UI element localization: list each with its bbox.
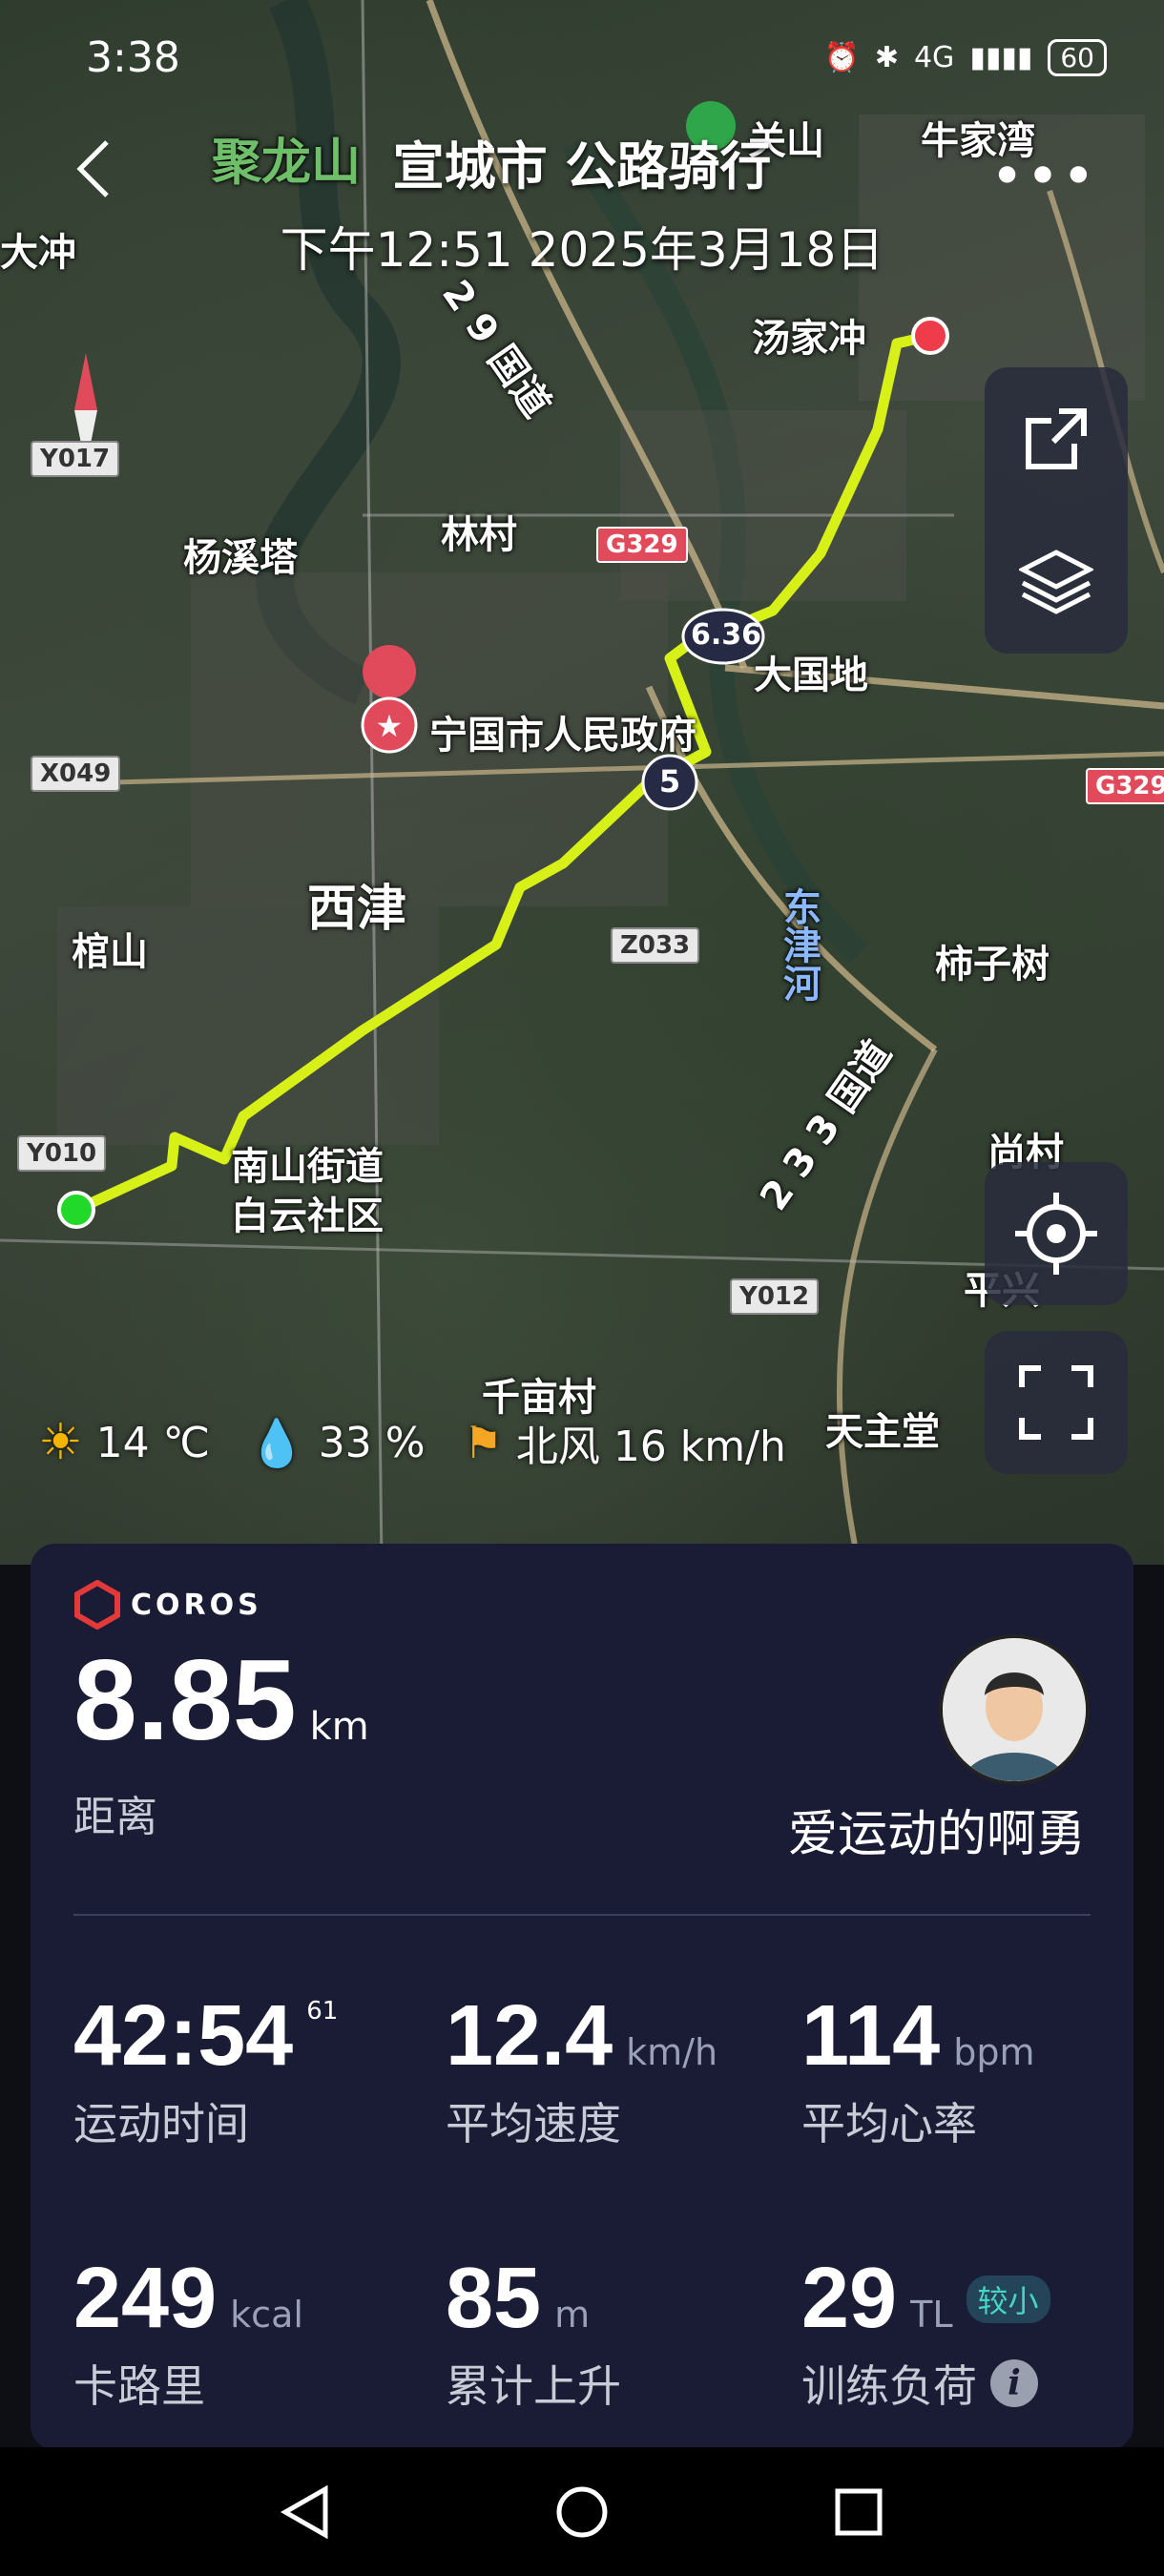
- stat-value: 12.4: [446, 1988, 613, 2084]
- temperature-value: 14 ℃: [95, 1418, 211, 1467]
- circle-home-icon: [556, 2486, 608, 2537]
- triangle-back-icon: [280, 2484, 328, 2539]
- brand-name: COROS: [131, 1588, 262, 1622]
- weather-temp: ☀ 14 ℃: [38, 1414, 210, 1471]
- road-tag-x049: X049: [31, 756, 121, 792]
- bluetooth-icon: ✱: [874, 40, 899, 74]
- stat-label: 训练负荷: [801, 2360, 977, 2412]
- divider: [73, 1914, 1091, 1916]
- road-tag-y012: Y012: [730, 1278, 820, 1315]
- stat-avg-heart-rate: 114 bpm 平均心率: [801, 1987, 1034, 2152]
- road-tag-z033: Z033: [611, 927, 700, 964]
- map-label-tianzhutang: 天主堂: [825, 1410, 940, 1454]
- stat-unit: m: [554, 2294, 591, 2336]
- stat-unit: kcal: [230, 2294, 303, 2336]
- distance-label: 距离: [73, 1793, 157, 1841]
- stat-value: 42:54: [73, 1988, 294, 2084]
- road-tag-y017: Y017: [31, 441, 120, 477]
- road-tag-y010: Y010: [17, 1135, 107, 1172]
- map-label-yangxita: 杨溪塔: [183, 536, 298, 580]
- map-label-xijin: 西津: [307, 881, 407, 938]
- stat-value: 114: [801, 1988, 941, 2084]
- layers-button[interactable]: [985, 510, 1128, 654]
- stat-unit: km/h: [626, 2031, 718, 2073]
- map-label-shizishu: 柿子树: [935, 943, 1050, 987]
- svg-text:★: ★: [376, 708, 404, 744]
- road-tag-g329a: G329: [596, 527, 688, 563]
- more-options-button[interactable]: •••: [990, 143, 1097, 210]
- info-icon[interactable]: i: [990, 2359, 1038, 2407]
- training-load-badge: 较小: [966, 2275, 1050, 2323]
- fullscreen-panel: [985, 1331, 1128, 1474]
- map-label-daguodi: 大国地: [754, 654, 868, 697]
- square-recents-icon: [835, 2488, 883, 2535]
- weather-humidity: 💧 33 %: [248, 1416, 426, 1470]
- stat-calories: 249 kcal 卡路里: [73, 2250, 303, 2415]
- stat-label: 平均心率: [801, 2098, 977, 2150]
- map-label-ningguo-gov: 宁国市人民政府: [429, 714, 696, 758]
- map-tools-panel: [985, 367, 1128, 654]
- username: 爱运动的啊勇: [787, 1806, 1086, 1863]
- network-label: 4G: [913, 40, 955, 74]
- status-bar: 3:38 ⏰ ✱ 4G ▮▮▮▮ 60: [86, 29, 1107, 86]
- stat-superscript: 61: [306, 1997, 339, 2025]
- stat-label: 运动时间: [73, 2098, 249, 2150]
- activity-summary-card: COROS 8.85 km 距离 爱运动的啊勇 42:54 61 运动时间 12…: [31, 1544, 1133, 2450]
- map-label-tangjiachong: 汤家冲: [752, 317, 866, 361]
- humidity-value: 33 %: [318, 1418, 426, 1467]
- more-icon: •••: [989, 143, 1097, 210]
- stat-value: 85: [446, 2251, 542, 2346]
- wind-value: 北风 16 km/h: [515, 1423, 786, 1471]
- share-button[interactable]: [985, 367, 1128, 510]
- stat-training-load: 29 TL 较小 训练负荷 i: [801, 2250, 1050, 2415]
- coros-logo-icon: [74, 1580, 120, 1630]
- system-nav-bar: [0, 2447, 1164, 2576]
- road-tag-g329b: G329: [1086, 768, 1164, 804]
- km-marker-5: 5: [658, 763, 681, 800]
- weather-wind: ⚑ 北风 16 km/h: [464, 1412, 786, 1473]
- map-label-nanshan: 南山街道: [231, 1145, 384, 1189]
- distance-block: 8.85 km: [73, 1634, 369, 1766]
- weather-bar: ☀ 14 ℃ 💧 33 % ⚑ 北风 16 km/h: [38, 1412, 786, 1473]
- battery-indicator: 60: [1048, 38, 1107, 76]
- map-label-lincun: 林村: [441, 513, 517, 557]
- fullscreen-button[interactable]: [985, 1331, 1128, 1474]
- locate-button[interactable]: [985, 1162, 1128, 1305]
- brand-logo: COROS: [73, 1580, 262, 1630]
- crosshair-icon: [1015, 1193, 1097, 1275]
- wind-icon: ⚑: [463, 1417, 503, 1468]
- distance-value: 8.85: [73, 1636, 297, 1764]
- user-avatar-icon: [943, 1638, 1086, 1781]
- map-label-baiyun: 白云社区: [231, 1195, 384, 1238]
- stat-duration: 42:54 61 运动时间: [73, 1987, 338, 2152]
- stat-label: 卡路里: [73, 2360, 205, 2412]
- nav-home-button[interactable]: [553, 2483, 611, 2541]
- signal-icon: ▮▮▮▮: [969, 40, 1033, 74]
- stat-label: 平均速度: [446, 2098, 621, 2150]
- stat-unit: bpm: [953, 2031, 1035, 2073]
- stat-elevation-gain: 85 m 累计上升: [446, 2250, 621, 2415]
- map-label-guanshan2: 棺山: [72, 930, 148, 974]
- distance-unit: km: [309, 1705, 369, 1749]
- stat-value: 29: [801, 2251, 898, 2346]
- status-time: 3:38: [86, 32, 180, 82]
- share-icon: [1026, 408, 1087, 469]
- km-marker-6-36: 6.36: [691, 618, 762, 652]
- avatar[interactable]: [939, 1634, 1090, 1785]
- nav-back-button[interactable]: [277, 2483, 334, 2541]
- layers-icon: [1019, 550, 1093, 614]
- fullscreen-icon: [1019, 1365, 1093, 1440]
- stat-avg-speed: 12.4 km/h 平均速度: [446, 1987, 717, 2152]
- stat-label: 累计上升: [446, 2360, 621, 2412]
- alarm-icon: ⏰: [823, 40, 860, 74]
- sun-icon: ☀: [38, 1414, 83, 1471]
- map-label-dongjinhe: 东津河: [777, 887, 821, 1002]
- stat-value: 249: [73, 2251, 218, 2346]
- stat-unit: TL: [910, 2294, 953, 2336]
- locate-panel: [985, 1162, 1128, 1305]
- humidity-icon: 💧: [248, 1416, 305, 1470]
- nav-recents-button[interactable]: [830, 2483, 887, 2541]
- page-subtitle: 下午12:51 2025年3月18日: [280, 222, 884, 278]
